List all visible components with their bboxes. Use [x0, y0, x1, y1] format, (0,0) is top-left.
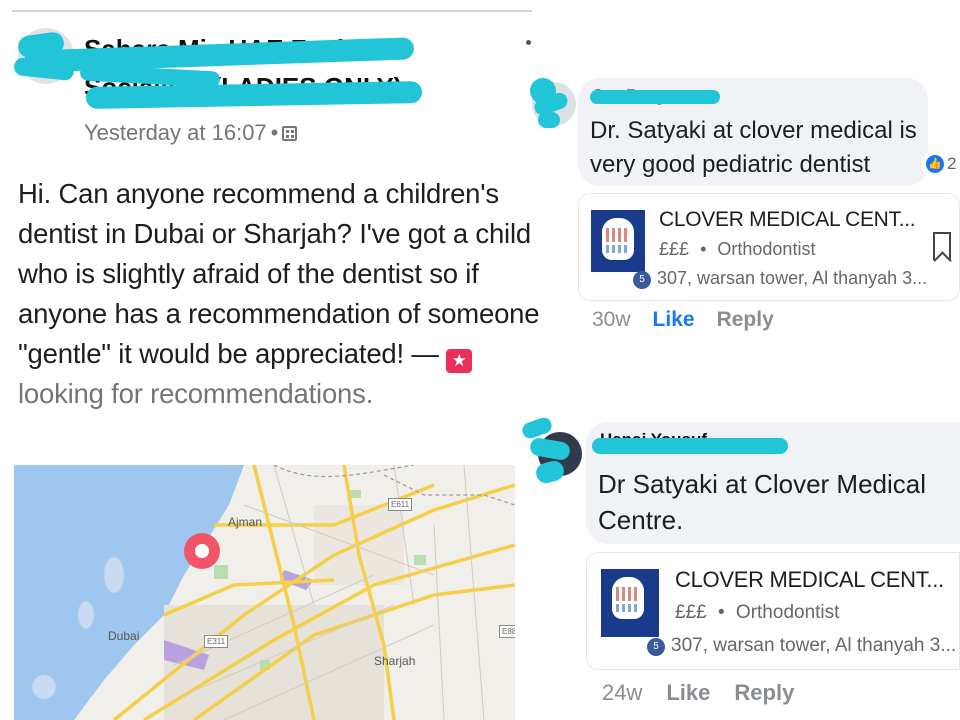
place-card[interactable]: CLOVER MEDICAL CENT... £££ • Orthodontis… [578, 193, 960, 301]
reaction-count[interactable]: 👍 2 [922, 152, 960, 176]
privacy-icon[interactable] [282, 126, 298, 141]
comment-text-line: Centre. [598, 505, 684, 535]
comment-text-line: very good pediatric dentist [590, 151, 871, 178]
separator: • [270, 120, 279, 145]
redaction-mark [590, 90, 720, 104]
map-label-dubai: Dubai [108, 629, 140, 643]
like-icon: 👍 [926, 155, 944, 173]
place-category: Orthodontist [717, 239, 816, 259]
comment-text: Dr Satyaki at Clover Medical Centre. [598, 466, 926, 538]
separator: • [717, 602, 725, 623]
activity-text[interactable]: looking for recommendations. [18, 378, 373, 409]
place-name[interactable]: CLOVER MEDICAL CENT... [675, 567, 944, 593]
location-pin-icon[interactable] [182, 531, 222, 571]
post-time-text: Yesterday at 16:07 [84, 120, 267, 145]
rating-badge: 5 [647, 638, 665, 656]
place-address: 307, warsan tower, Al thanyah 3... [657, 268, 928, 288]
redaction-mark [592, 438, 788, 454]
rating-badge: 5 [633, 271, 651, 289]
road-sign: E311 [204, 635, 229, 648]
place-category: Orthodontist [735, 602, 840, 623]
map-graphic [14, 465, 515, 720]
like-count: 2 [947, 154, 957, 173]
bookmark-icon[interactable] [933, 232, 951, 260]
comment-time[interactable]: 24w [602, 680, 642, 706]
tooth-icon [602, 218, 634, 260]
place-name[interactable]: CLOVER MEDICAL CENT... [659, 208, 916, 232]
place-card[interactable]: CLOVER MEDICAL CENT... £££ • Orthodontis… [586, 552, 960, 670]
road-sign: E88 [499, 625, 515, 638]
place-meta: £££ • Orthodontist [659, 239, 815, 260]
group-post: Sahara Mix UAE Fusion Socialites (LADIES… [0, 0, 540, 720]
place-address-row: 5 307, warsan tower, Al thanyah 3... [647, 635, 956, 657]
place-address-row: 5 307, warsan tower, Al thanyah 3... [633, 268, 927, 289]
comment-actions: 30w Like Reply [592, 308, 774, 332]
post-timestamp[interactable]: Yesterday at 16:07 • [84, 120, 298, 146]
star-icon: ★ [446, 349, 473, 373]
clinic-logo [591, 210, 645, 272]
price-level: £££ [675, 602, 707, 623]
road-sign: E611 [388, 498, 413, 511]
map-label-ajman: Ajman [228, 515, 263, 529]
map-label-sharjah: Sharjah [374, 654, 416, 668]
post-text: Hi. Can anyone recommend a children's de… [18, 178, 540, 369]
more-icon[interactable] [526, 40, 531, 45]
redaction-mark [538, 112, 560, 128]
reply-button[interactable]: Reply [734, 680, 794, 706]
like-button[interactable]: Like [653, 308, 695, 332]
comment-text: Dr. Satyaki at clover medical is very go… [590, 114, 917, 182]
place-address: 307, warsan tower, Al thanyah 3... [671, 635, 957, 656]
comment-actions: 24w Like Reply [602, 680, 794, 706]
separator: • [700, 239, 707, 259]
post-body: Hi. Can anyone recommend a children's de… [18, 174, 540, 414]
tooth-icon [612, 577, 644, 619]
price-level: £££ [659, 239, 690, 259]
comment-text-line: Dr. Satyaki at clover medical is [590, 117, 917, 144]
comment-time[interactable]: 30w [592, 308, 631, 332]
clinic-logo [601, 569, 659, 637]
like-button[interactable]: Like [666, 680, 710, 706]
place-meta: £££ • Orthodontist [675, 602, 839, 624]
reply-button[interactable]: Reply [717, 308, 774, 332]
comment-text-line: Dr Satyaki at Clover Medical [598, 469, 926, 499]
location-map[interactable]: Ajman Dubai Sharjah E611 E311 E88 [14, 465, 515, 720]
divider [12, 10, 532, 12]
